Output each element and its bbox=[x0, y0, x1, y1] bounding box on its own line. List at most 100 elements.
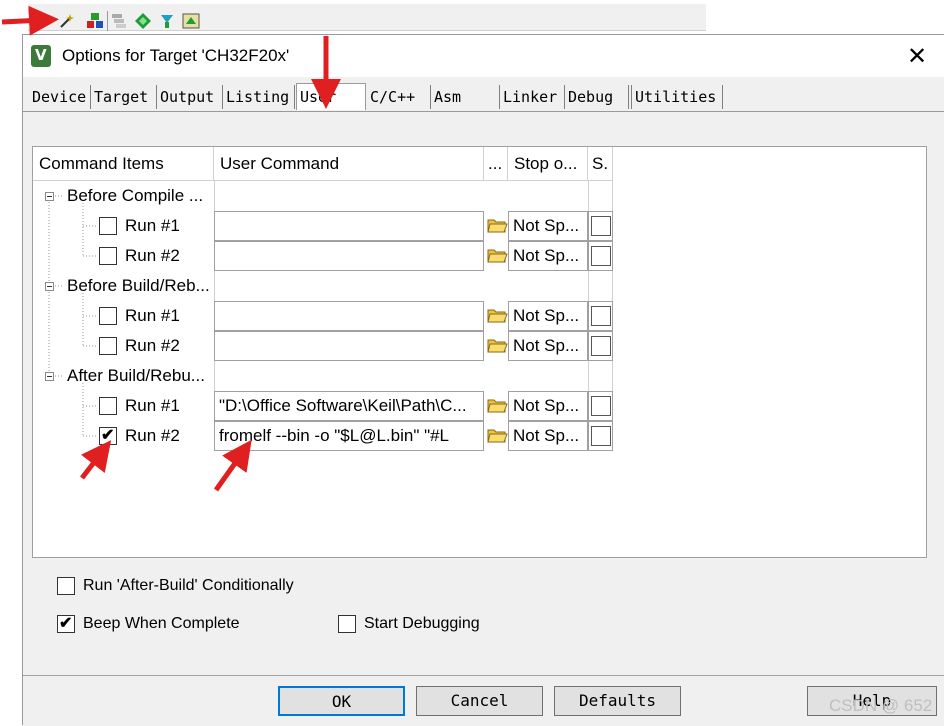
ok-button[interactable]: OK bbox=[278, 686, 405, 716]
s-cell bbox=[588, 241, 613, 271]
run-checkbox[interactable] bbox=[99, 217, 117, 235]
user-tab-panel: Command Items User Command ... Stop o...… bbox=[23, 111, 944, 672]
watermark: CSDN @ 652 bbox=[829, 696, 933, 715]
stop-on-select[interactable]: Not Sp... bbox=[508, 211, 588, 241]
stop-on-select[interactable]: Not Sp... bbox=[508, 391, 588, 421]
s-checkbox[interactable] bbox=[591, 306, 611, 326]
tab-utilities[interactable]: Utilities bbox=[631, 85, 723, 109]
s-checkbox[interactable] bbox=[591, 216, 611, 236]
group-label: Before Build/Reb... bbox=[67, 276, 210, 295]
run-label: Run #1 bbox=[125, 396, 180, 415]
stop-on-select[interactable]: Not Sp... bbox=[508, 301, 588, 331]
cancel-button[interactable]: Cancel bbox=[416, 686, 543, 716]
collapse-icon[interactable] bbox=[45, 372, 54, 381]
tab-asm[interactable]: Asm bbox=[431, 85, 497, 109]
start-debugging-checkbox[interactable] bbox=[338, 615, 356, 633]
s-cell bbox=[588, 301, 613, 331]
pack-install-icon[interactable] bbox=[158, 12, 176, 30]
tab-device[interactable]: Device bbox=[29, 85, 91, 109]
run-after-build-checkbox[interactable] bbox=[57, 577, 75, 595]
toolbar-separator bbox=[107, 11, 108, 31]
folder-open-icon[interactable] bbox=[486, 304, 508, 326]
stop-on-select[interactable]: Not Sp... bbox=[508, 421, 588, 451]
run-after-build-label: Run 'After-Build' Conditionally bbox=[83, 577, 294, 594]
group-cell bbox=[588, 361, 613, 391]
header-s[interactable]: S. bbox=[588, 147, 613, 181]
collapse-icon[interactable] bbox=[45, 192, 54, 201]
main-toolbar bbox=[0, 0, 944, 34]
run-label: Run #2 bbox=[125, 336, 180, 355]
s-checkbox[interactable] bbox=[591, 246, 611, 266]
checkmark-icon: ✔ bbox=[101, 427, 115, 444]
table-row: Run #1 "D:\Office Software\Keil\Path\C..… bbox=[33, 391, 613, 421]
s-checkbox[interactable] bbox=[591, 336, 611, 356]
user-command-grid: Command Items User Command ... Stop o...… bbox=[32, 146, 927, 558]
dialog-title: Options for Target 'CH32F20x' bbox=[62, 46, 290, 65]
tab-cc[interactable]: C/C++ bbox=[367, 85, 431, 109]
diamond-icon[interactable] bbox=[134, 12, 152, 30]
checkmark-icon: ✔ bbox=[59, 615, 73, 632]
folder-open-icon[interactable] bbox=[486, 334, 508, 356]
table-row: Run #2 Not Sp... bbox=[33, 241, 613, 271]
s-cell bbox=[588, 331, 613, 361]
group-cell bbox=[214, 271, 484, 301]
folder-open-icon[interactable] bbox=[486, 424, 508, 446]
group-row-after-build: After Build/Rebu... bbox=[33, 361, 613, 391]
group-cell bbox=[214, 181, 484, 211]
header-stop-on[interactable]: Stop o... bbox=[508, 147, 588, 181]
beep-checkbox[interactable]: ✔ bbox=[57, 615, 75, 633]
s-checkbox[interactable] bbox=[591, 396, 611, 416]
user-command-input[interactable] bbox=[214, 241, 484, 271]
s-checkbox[interactable] bbox=[591, 426, 611, 446]
group-label: Before Compile ... bbox=[67, 186, 204, 205]
tab-linker[interactable]: Linker bbox=[499, 85, 565, 109]
user-command-input[interactable] bbox=[214, 301, 484, 331]
run-label: Run #1 bbox=[125, 216, 180, 235]
group-cell bbox=[588, 271, 613, 301]
dialog-button-bar: OK Cancel Defaults Help bbox=[23, 675, 944, 726]
folder-open-icon[interactable] bbox=[486, 394, 508, 416]
folder-open-icon[interactable] bbox=[486, 244, 508, 266]
run-checkbox[interactable] bbox=[99, 307, 117, 325]
s-cell bbox=[588, 391, 613, 421]
close-icon[interactable]: ✕ bbox=[897, 39, 937, 73]
defaults-button[interactable]: Defaults bbox=[554, 686, 681, 716]
user-command-input[interactable]: "D:\Office Software\Keil\Path\C... bbox=[214, 391, 484, 421]
magic-wand-icon[interactable] bbox=[58, 12, 76, 30]
tab-strip: Device Target Output Listing User C/C++ … bbox=[29, 83, 939, 111]
run-checkbox[interactable] bbox=[99, 397, 117, 415]
stop-on-select[interactable]: Not Sp... bbox=[508, 331, 588, 361]
run-label: Run #1 bbox=[125, 306, 180, 325]
start-debugging-label: Start Debugging bbox=[364, 615, 480, 632]
run-checkbox-checked[interactable]: ✔ bbox=[99, 427, 117, 445]
tab-user[interactable]: User bbox=[296, 83, 366, 110]
tab-output[interactable]: Output bbox=[157, 85, 223, 109]
options-dialog: V Options for Target 'CH32F20x' ✕ Device… bbox=[22, 34, 944, 726]
tab-debug[interactable]: Debug bbox=[565, 85, 629, 109]
table-row: ✔ Run #2 fromelf --bin -o "$L@L.bin" "#L… bbox=[33, 421, 613, 451]
user-command-input[interactable] bbox=[214, 211, 484, 241]
run-checkbox[interactable] bbox=[99, 247, 117, 265]
table-row: Run #1 Not Sp... bbox=[33, 211, 613, 241]
collapse-icon[interactable] bbox=[45, 282, 54, 291]
user-command-input[interactable]: fromelf --bin -o "$L@L.bin" "#L bbox=[214, 421, 484, 451]
run-label: Run #2 bbox=[125, 426, 180, 445]
group-cell bbox=[214, 361, 484, 391]
table-row: Run #2 Not Sp... bbox=[33, 331, 613, 361]
pack-icon[interactable] bbox=[182, 12, 200, 30]
folder-open-icon[interactable] bbox=[486, 214, 508, 236]
component-icon[interactable] bbox=[86, 12, 104, 30]
keil-app-icon: V bbox=[31, 45, 51, 67]
group-row-before-compile: Before Compile ... bbox=[33, 181, 613, 211]
tab-listing[interactable]: Listing bbox=[223, 85, 295, 109]
header-user-command[interactable]: User Command bbox=[214, 147, 484, 181]
user-command-input[interactable] bbox=[214, 331, 484, 361]
stack-icon[interactable] bbox=[110, 12, 128, 30]
header-browse[interactable]: ... bbox=[484, 147, 508, 181]
run-checkbox[interactable] bbox=[99, 337, 117, 355]
header-command-items[interactable]: Command Items bbox=[33, 147, 214, 181]
s-cell bbox=[588, 211, 613, 241]
tab-target[interactable]: Target bbox=[91, 85, 157, 109]
beep-label: Beep When Complete bbox=[83, 615, 240, 632]
stop-on-select[interactable]: Not Sp... bbox=[508, 241, 588, 271]
